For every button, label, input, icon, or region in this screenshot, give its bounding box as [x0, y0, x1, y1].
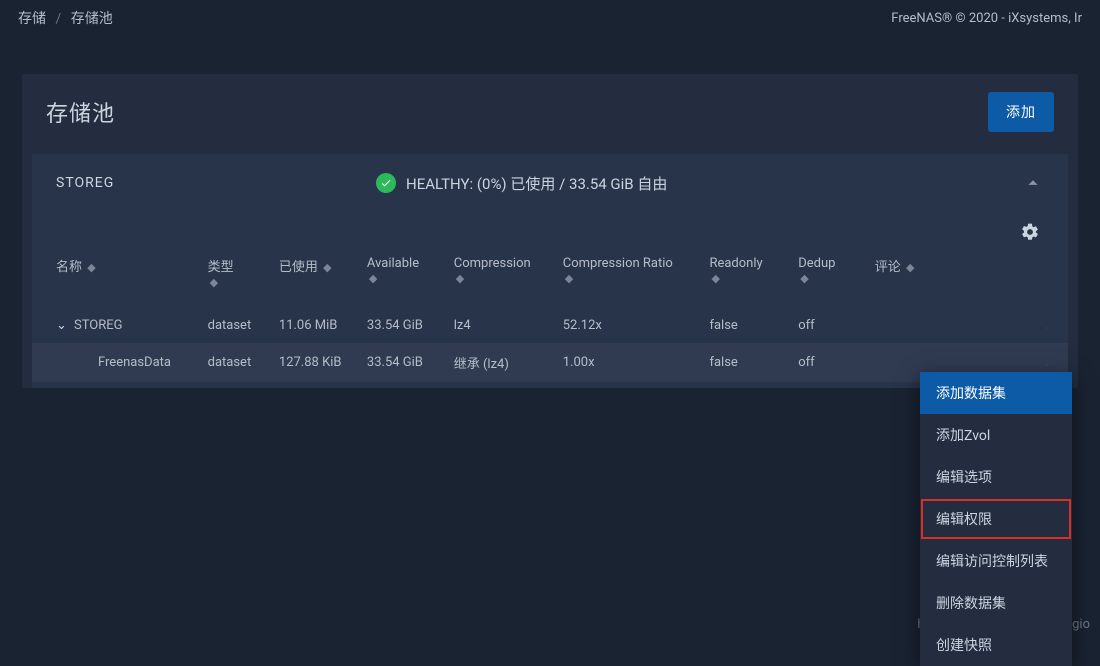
- brand-text: FreeNAS® © 2020 - iXsystems, Ir: [891, 11, 1082, 26]
- sort-icon: ◆: [456, 272, 464, 285]
- sort-icon: ◆: [210, 276, 218, 289]
- breadcrumb: 存储 / 存储池: [18, 8, 113, 28]
- gear-icon[interactable]: [1020, 222, 1040, 242]
- column-header-used[interactable]: 已使用 ◆: [271, 246, 359, 308]
- pool-name: STOREG: [56, 175, 376, 191]
- more-vert-icon[interactable]: [1046, 355, 1048, 370]
- menu-delete-dataset[interactable]: 删除数据集: [920, 582, 1072, 624]
- column-header-type[interactable]: 类型◆: [200, 246, 271, 308]
- dataset-readonly: false: [701, 343, 790, 382]
- column-header-ratio[interactable]: Compression Ratio◆: [555, 246, 702, 308]
- dataset-comments: [867, 308, 1038, 343]
- breadcrumb-current: 存储池: [71, 11, 113, 27]
- sort-icon: ◆: [906, 261, 914, 274]
- dataset-readonly: false: [701, 308, 790, 343]
- pool-summary-row[interactable]: STOREG HEALTHY: (0%) 已使用 / 33.54 GiB 自由: [32, 154, 1068, 212]
- chevron-up-icon[interactable]: [1022, 172, 1044, 194]
- healthy-check-icon: [376, 173, 396, 193]
- add-button[interactable]: 添加: [988, 92, 1054, 132]
- pool-status-text: HEALTHY: (0%) 已使用 / 33.54 GiB 自由: [406, 173, 667, 194]
- column-header-name[interactable]: 名称 ◆: [32, 246, 200, 308]
- sort-icon: ◆: [565, 272, 573, 285]
- more-vert-icon[interactable]: [1046, 318, 1048, 333]
- dataset-ratio: 52.12x: [555, 308, 702, 343]
- menu-edit-options[interactable]: 编辑选项: [920, 456, 1072, 498]
- dataset-compression: lz4: [446, 308, 555, 343]
- sort-icon: ◆: [711, 272, 719, 285]
- column-header-compression[interactable]: Compression◆: [446, 246, 555, 308]
- page-title: 存储池: [46, 96, 115, 128]
- dataset-compression: 继承 (lz4): [446, 343, 555, 382]
- column-header-dedup[interactable]: Dedup◆: [790, 246, 867, 308]
- datasets-table: 名称 ◆ 类型◆ 已使用 ◆ Available◆ Compression◆ C…: [32, 246, 1068, 388]
- column-header-readonly[interactable]: Readonly◆: [701, 246, 790, 308]
- chevron-down-icon[interactable]: ⌄: [56, 318, 70, 333]
- context-menu: 添加数据集 添加Zvol 编辑选项 编辑权限 编辑访问控制列表 删除数据集 创建…: [920, 372, 1072, 666]
- menu-add-dataset[interactable]: 添加数据集: [920, 372, 1072, 414]
- dataset-name: FreenasData: [74, 355, 171, 370]
- dataset-used: 11.06 MiB: [271, 308, 359, 343]
- breadcrumb-separator: /: [55, 11, 61, 27]
- dataset-ratio: 1.00x: [555, 343, 702, 382]
- dataset-available: 33.54 GiB: [359, 343, 446, 382]
- dataset-dedup: off: [790, 308, 867, 343]
- dataset-name: STOREG: [74, 318, 123, 333]
- sort-icon: ◆: [323, 261, 331, 274]
- menu-edit-acl[interactable]: 编辑访问控制列表: [920, 540, 1072, 582]
- dataset-type: dataset: [200, 343, 271, 382]
- column-header-comments[interactable]: 评论 ◆: [867, 246, 1038, 308]
- sort-icon: ◆: [369, 272, 377, 285]
- pools-panel: 存储池 添加 STOREG HEALTHY: (0%) 已使用 / 33.54 …: [22, 74, 1078, 388]
- table-row[interactable]: FreenasData dataset 127.88 KiB 33.54 GiB…: [32, 343, 1068, 382]
- dataset-used: 127.88 KiB: [271, 343, 359, 382]
- dataset-type: dataset: [200, 308, 271, 343]
- menu-edit-permissions[interactable]: 编辑权限: [920, 498, 1072, 540]
- menu-add-zvol[interactable]: 添加Zvol: [920, 414, 1072, 456]
- menu-create-snapshot[interactable]: 创建快照: [920, 624, 1072, 666]
- sort-icon: ◆: [87, 261, 95, 274]
- column-header-available[interactable]: Available◆: [359, 246, 446, 308]
- sort-icon: ◆: [800, 272, 808, 285]
- dataset-available: 33.54 GiB: [359, 308, 446, 343]
- breadcrumb-root[interactable]: 存储: [18, 11, 46, 27]
- dataset-dedup: off: [790, 343, 867, 382]
- table-row[interactable]: ⌄STOREG dataset 11.06 MiB 33.54 GiB lz4 …: [32, 308, 1068, 343]
